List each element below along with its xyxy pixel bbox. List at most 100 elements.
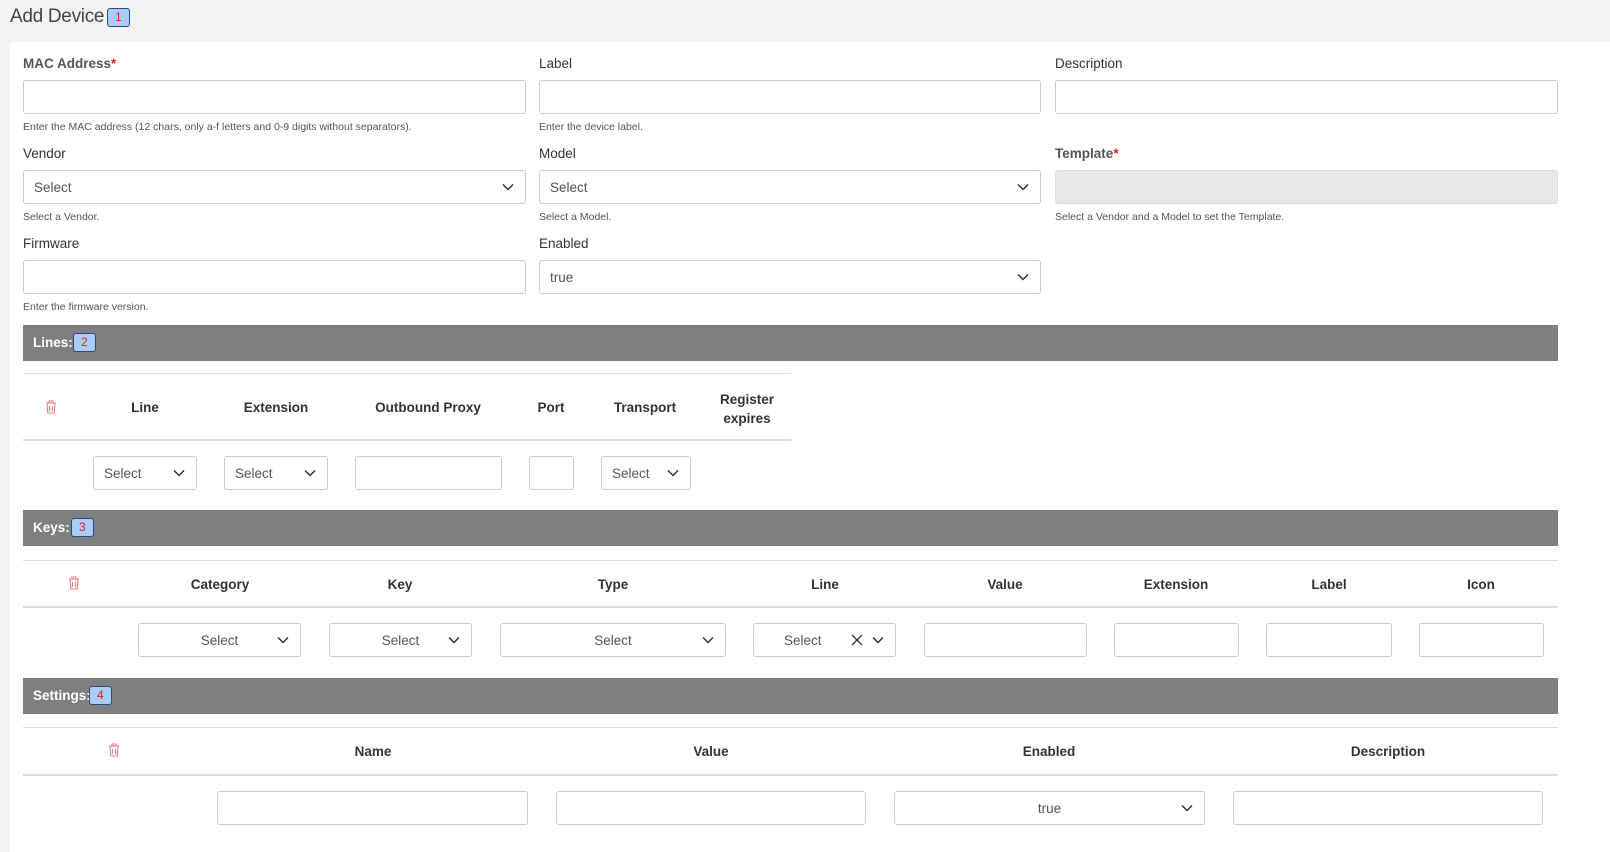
- close-icon[interactable]: [851, 634, 863, 646]
- firmware-field: Firmware Enter the firmware version.: [23, 236, 526, 315]
- model-select-value: Select: [550, 180, 588, 195]
- chevron-down-icon: [277, 636, 289, 644]
- keys-extension-input[interactable]: [1114, 623, 1239, 657]
- keys-col-key: Key: [387, 577, 413, 592]
- settings-enabled-select[interactable]: true: [894, 791, 1205, 825]
- vendor-select[interactable]: Select: [23, 170, 526, 204]
- page-title-badge: 1: [107, 8, 130, 27]
- description-input[interactable]: [1055, 80, 1558, 114]
- firmware-label: Firmware: [23, 236, 80, 251]
- chevron-down-icon: [502, 183, 514, 191]
- keys-key-select[interactable]: Select: [329, 623, 472, 657]
- keys-label-input[interactable]: [1266, 623, 1392, 657]
- lines-port-input[interactable]: [529, 456, 574, 490]
- model-select[interactable]: Select: [539, 170, 1041, 204]
- keys-table-header-border: [23, 606, 1558, 608]
- mac-address-label: MAC Address*: [23, 56, 117, 71]
- keys-col-type: Type: [597, 577, 629, 592]
- lines-col-extension: Extension: [243, 400, 309, 415]
- lines-section-title: Lines:: [33, 335, 73, 350]
- settings-col-description: Description: [1350, 744, 1426, 759]
- settings-section-badge: 4: [89, 686, 112, 705]
- keys-category-select[interactable]: Select: [138, 623, 301, 657]
- model-label: Model: [539, 146, 576, 161]
- model-field: Model Select Select a Model.: [539, 146, 1041, 225]
- settings-section-title: Settings:: [33, 688, 91, 703]
- keys-col-extension: Extension: [1143, 577, 1209, 592]
- settings-section-header: Settings: 4: [23, 678, 1558, 714]
- trash-icon[interactable]: [44, 400, 58, 414]
- lines-line-select-value: Select: [104, 466, 142, 481]
- vendor-select-value: Select: [34, 180, 72, 195]
- keys-section-badge: 3: [71, 518, 94, 537]
- settings-col-name: Name: [354, 744, 392, 759]
- chevron-down-icon: [1181, 804, 1193, 812]
- model-help: Select a Model.: [539, 211, 612, 223]
- label-help: Enter the device label.: [539, 121, 643, 133]
- keys-col-icon: Icon: [1467, 577, 1495, 592]
- settings-description-input[interactable]: [1233, 791, 1543, 825]
- mac-address-input[interactable]: [23, 80, 526, 114]
- description-label: Description: [1055, 56, 1123, 71]
- keys-line-select[interactable]: Select: [753, 623, 896, 657]
- keys-type-select[interactable]: Select: [500, 623, 726, 657]
- template-label: Template*: [1055, 146, 1119, 161]
- template-field: Template* Select a Vendor and a Model to…: [1055, 146, 1558, 225]
- settings-table-header-border: [23, 774, 1558, 776]
- keys-col-line: Line: [811, 577, 839, 592]
- trash-icon[interactable]: [67, 576, 81, 590]
- settings-col-enabled: Enabled: [1022, 744, 1076, 759]
- lines-col-outbound-proxy: Outbound Proxy: [375, 400, 481, 415]
- chevron-down-icon: [702, 636, 714, 644]
- lines-section-header: Lines: 2: [23, 325, 1558, 361]
- lines-col-line: Line: [131, 400, 159, 415]
- mac-address-field: MAC Address* Enter the MAC address (12 c…: [23, 56, 526, 135]
- keys-section-header: Keys: 3: [23, 510, 1558, 546]
- lines-col-register-expires: Register expires: [719, 392, 775, 426]
- vendor-label: Vendor: [23, 146, 66, 161]
- firmware-help: Enter the firmware version.: [23, 301, 149, 313]
- chevron-down-icon: [304, 469, 316, 477]
- enabled-select-value: true: [550, 270, 574, 285]
- lines-col-port: Port: [537, 400, 565, 415]
- keys-table-top-border: [23, 560, 1558, 561]
- keys-type-select-value: Select: [594, 633, 632, 648]
- template-help: Select a Vendor and a Model to set the T…: [1055, 211, 1285, 223]
- chevron-down-icon: [667, 469, 679, 477]
- keys-line-select-value: Select: [784, 633, 822, 648]
- page-title: Add Device: [10, 6, 105, 27]
- settings-name-input[interactable]: [217, 791, 528, 825]
- enabled-select[interactable]: true: [539, 260, 1041, 294]
- keys-icon-input[interactable]: [1419, 623, 1544, 657]
- label-input[interactable]: [539, 80, 1041, 114]
- lines-table-top-border: [23, 373, 791, 374]
- firmware-input[interactable]: [23, 260, 526, 294]
- lines-outbound-proxy-input[interactable]: [355, 456, 502, 490]
- template-input: [1055, 170, 1558, 204]
- description-field: Description: [1055, 56, 1558, 114]
- settings-enabled-select-value: true: [1037, 801, 1062, 816]
- trash-icon[interactable]: [107, 743, 121, 757]
- page-header: Add Device 1: [0, 0, 1610, 42]
- keys-section-title: Keys:: [33, 520, 70, 535]
- mac-address-help: Enter the MAC address (12 chars, only a-…: [23, 121, 412, 133]
- settings-value-input[interactable]: [556, 791, 866, 825]
- keys-col-label: Label: [1311, 577, 1347, 592]
- enabled-field: Enabled true: [539, 236, 1041, 294]
- lines-line-select[interactable]: Select: [93, 456, 197, 490]
- keys-col-value: Value: [987, 577, 1023, 592]
- vendor-help: Select a Vendor.: [23, 211, 100, 223]
- label-label: Label: [539, 56, 573, 71]
- keys-col-category: Category: [190, 577, 250, 592]
- lines-transport-select[interactable]: Select: [601, 456, 691, 490]
- lines-extension-select[interactable]: Select: [224, 456, 328, 490]
- chevron-down-icon: [173, 469, 185, 477]
- settings-table-top-border: [23, 727, 1558, 728]
- settings-col-value: Value: [693, 744, 729, 759]
- lines-section-badge: 2: [73, 333, 96, 352]
- chevron-down-icon: [872, 636, 884, 644]
- lines-col-transport: Transport: [613, 400, 677, 415]
- chevron-down-icon: [1017, 183, 1029, 191]
- lines-transport-select-value: Select: [612, 466, 650, 481]
- keys-value-input[interactable]: [924, 623, 1087, 657]
